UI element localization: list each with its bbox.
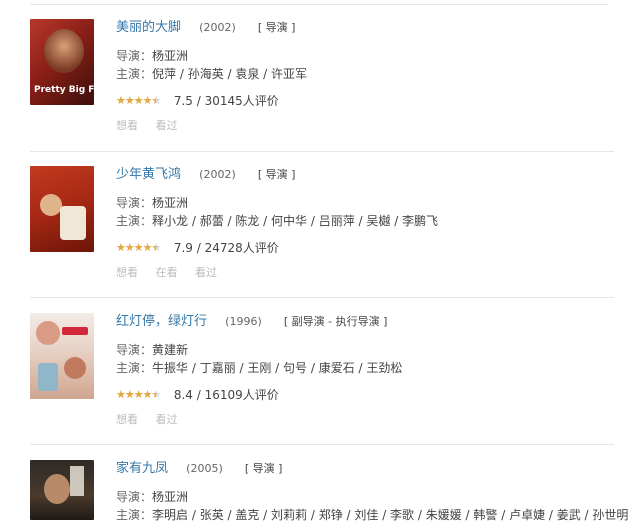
poster-figure (60, 206, 86, 240)
director-value: 黄建新 (152, 343, 189, 357)
poster-title-block (70, 466, 84, 496)
top-bar (0, 0, 640, 8)
poster-title-block (62, 327, 88, 335)
cast-label: 主演： (116, 67, 153, 81)
poster-figure (64, 357, 86, 379)
item-info: 红灯停，绿灯行 (1996) [ 副导演 - 执行导演 ] 导演：黄建新 主演：… (116, 313, 616, 428)
item-info: 少年黄飞鸿 (2002) [ 导演 ] 导演：杨亚洲 主演：释小龙 / 郝蕾 /… (116, 166, 616, 281)
poster-image[interactable] (30, 313, 94, 399)
role-badge: [ 导演 ] (257, 21, 296, 34)
role-badge: [ 副导演 - 执行导演 ] (283, 315, 388, 328)
item-info: 美丽的大脚 (2002) [ 导演 ] 导演：杨亚洲 主演：倪萍 / 孙海英 /… (116, 19, 616, 134)
director-label: 导演： (116, 490, 153, 504)
cast-line: 主演：牛振华 / 丁嘉丽 / 王刚 / 句号 / 康爱石 / 王劲松 (116, 359, 616, 377)
list-item: 红灯停，绿灯行 (1996) [ 副导演 - 执行导演 ] 导演：黄建新 主演：… (0, 313, 640, 459)
list-item: Pretty Big Feet 美丽的大脚 (2002) [ 导演 ] 导演：杨… (0, 19, 640, 165)
title-row: 少年黄飞鸿 (2002) [ 导演 ] (116, 166, 616, 184)
top-divider (30, 4, 608, 5)
title-row: 美丽的大脚 (2002) [ 导演 ] (116, 19, 616, 37)
item-divider (30, 151, 614, 152)
action-row: 想看 看过 (116, 412, 616, 428)
director-label: 导演： (116, 49, 153, 63)
movie-title-link[interactable]: 红灯停，绿灯行 (116, 314, 207, 329)
cast-line: 主演：李明启 / 张英 / 盖克 / 刘莉莉 / 郑铮 / 刘佳 / 李歌 / … (116, 506, 628, 524)
director-value: 杨亚洲 (152, 49, 189, 63)
poster-title-text: Pretty Big Feet (34, 85, 94, 95)
director-label: 导演： (116, 196, 153, 210)
cast-value: 释小龙 / 郝蕾 / 陈龙 / 何中华 / 吕丽萍 / 吴樾 / 李鹏飞 (152, 214, 439, 228)
rating-suffix: 人评价 (242, 388, 279, 402)
rating-votes: 30145 (204, 94, 243, 108)
movie-year: (1996) (225, 315, 262, 328)
director-line: 导演：杨亚洲 (116, 47, 616, 65)
want-to-watch-link[interactable]: 想看 (116, 119, 138, 132)
poster-face (44, 29, 84, 73)
cast-label: 主演： (116, 361, 153, 375)
poster-figure (36, 321, 60, 345)
movie-year: (2002) (199, 21, 236, 34)
action-row: 想看 在看 看过 (116, 265, 616, 281)
poster-image[interactable] (30, 166, 94, 252)
item-info: 家有九凤 (2005) [ 导演 ] 导演：杨亚洲 主演：李明启 / 张英 / … (116, 460, 628, 524)
movie-year: (2002) (199, 168, 236, 181)
item-divider (30, 444, 614, 445)
director-line: 导演：杨亚洲 (116, 488, 616, 506)
poster-image[interactable] (30, 460, 94, 520)
item-divider (30, 297, 614, 298)
rating-score: 7.9 (173, 241, 193, 255)
watched-link[interactable]: 看过 (195, 266, 217, 279)
poster-figure (44, 474, 70, 504)
director-line: 导演：杨亚洲 (116, 194, 616, 212)
movie-title-link[interactable]: 家有九凤 (116, 461, 168, 476)
watching-link[interactable]: 在看 (156, 266, 178, 279)
rating-votes: 16109 (204, 388, 243, 402)
movie-year: (2005) (186, 462, 223, 475)
director-line: 导演：黄建新 (116, 341, 616, 359)
star-rating-icon: ★★★★★ ★★★★★ (116, 94, 161, 107)
director-value: 杨亚洲 (152, 196, 189, 210)
rating-row: ★★★★★ ★★★★★ 8.4 / 16109人评价 (116, 388, 279, 402)
cast-label: 主演： (116, 214, 153, 228)
action-row: 想看 看过 (116, 118, 616, 134)
rating-score: 8.4 (173, 388, 193, 402)
poster-figure (40, 194, 62, 216)
role-badge: [ 导演 ] (244, 462, 283, 475)
director-label: 导演： (116, 343, 153, 357)
list-item: 家有九凤 (2005) [ 导演 ] 导演：杨亚洲 主演：李明启 / 张英 / … (0, 460, 640, 522)
movie-title-link[interactable]: 美丽的大脚 (116, 20, 181, 35)
star-rating-icon: ★★★★★ ★★★★★ (116, 241, 161, 254)
want-to-watch-link[interactable]: 想看 (116, 266, 138, 279)
rating-votes: 24728 (204, 241, 243, 255)
rating-score: 7.5 (173, 94, 193, 108)
cast-line: 主演：倪萍 / 孙海英 / 袁泉 / 许亚军 (116, 65, 616, 83)
director-value: 杨亚洲 (152, 490, 189, 504)
rating-suffix: 人评价 (242, 241, 279, 255)
title-row: 家有九凤 (2005) [ 导演 ] (116, 460, 616, 478)
watched-link[interactable]: 看过 (156, 119, 178, 132)
rating-suffix: 人评价 (242, 94, 279, 108)
rating-row: ★★★★★ ★★★★★ 7.9 / 24728人评价 (116, 241, 279, 255)
cast-value: 牛振华 / 丁嘉丽 / 王刚 / 句号 / 康爱石 / 王劲松 (152, 361, 403, 375)
star-rating-icon: ★★★★★ ★★★★★ (116, 388, 161, 401)
watched-link[interactable]: 看过 (156, 413, 178, 426)
movie-title-link[interactable]: 少年黄飞鸿 (116, 167, 181, 182)
cast-line: 主演：释小龙 / 郝蕾 / 陈龙 / 何中华 / 吕丽萍 / 吴樾 / 李鹏飞 (116, 212, 616, 230)
rating-row: ★★★★★ ★★★★★ 7.5 / 30145人评价 (116, 94, 279, 108)
poster-image[interactable]: Pretty Big Feet (30, 19, 94, 105)
list-item: 少年黄飞鸿 (2002) [ 导演 ] 导演：杨亚洲 主演：释小龙 / 郝蕾 /… (0, 166, 640, 312)
want-to-watch-link[interactable]: 想看 (116, 413, 138, 426)
role-badge: [ 导演 ] (257, 168, 296, 181)
title-row: 红灯停，绿灯行 (1996) [ 副导演 - 执行导演 ] (116, 313, 616, 331)
poster-figure (38, 363, 58, 391)
cast-value: 倪萍 / 孙海英 / 袁泉 / 许亚军 (152, 67, 308, 81)
